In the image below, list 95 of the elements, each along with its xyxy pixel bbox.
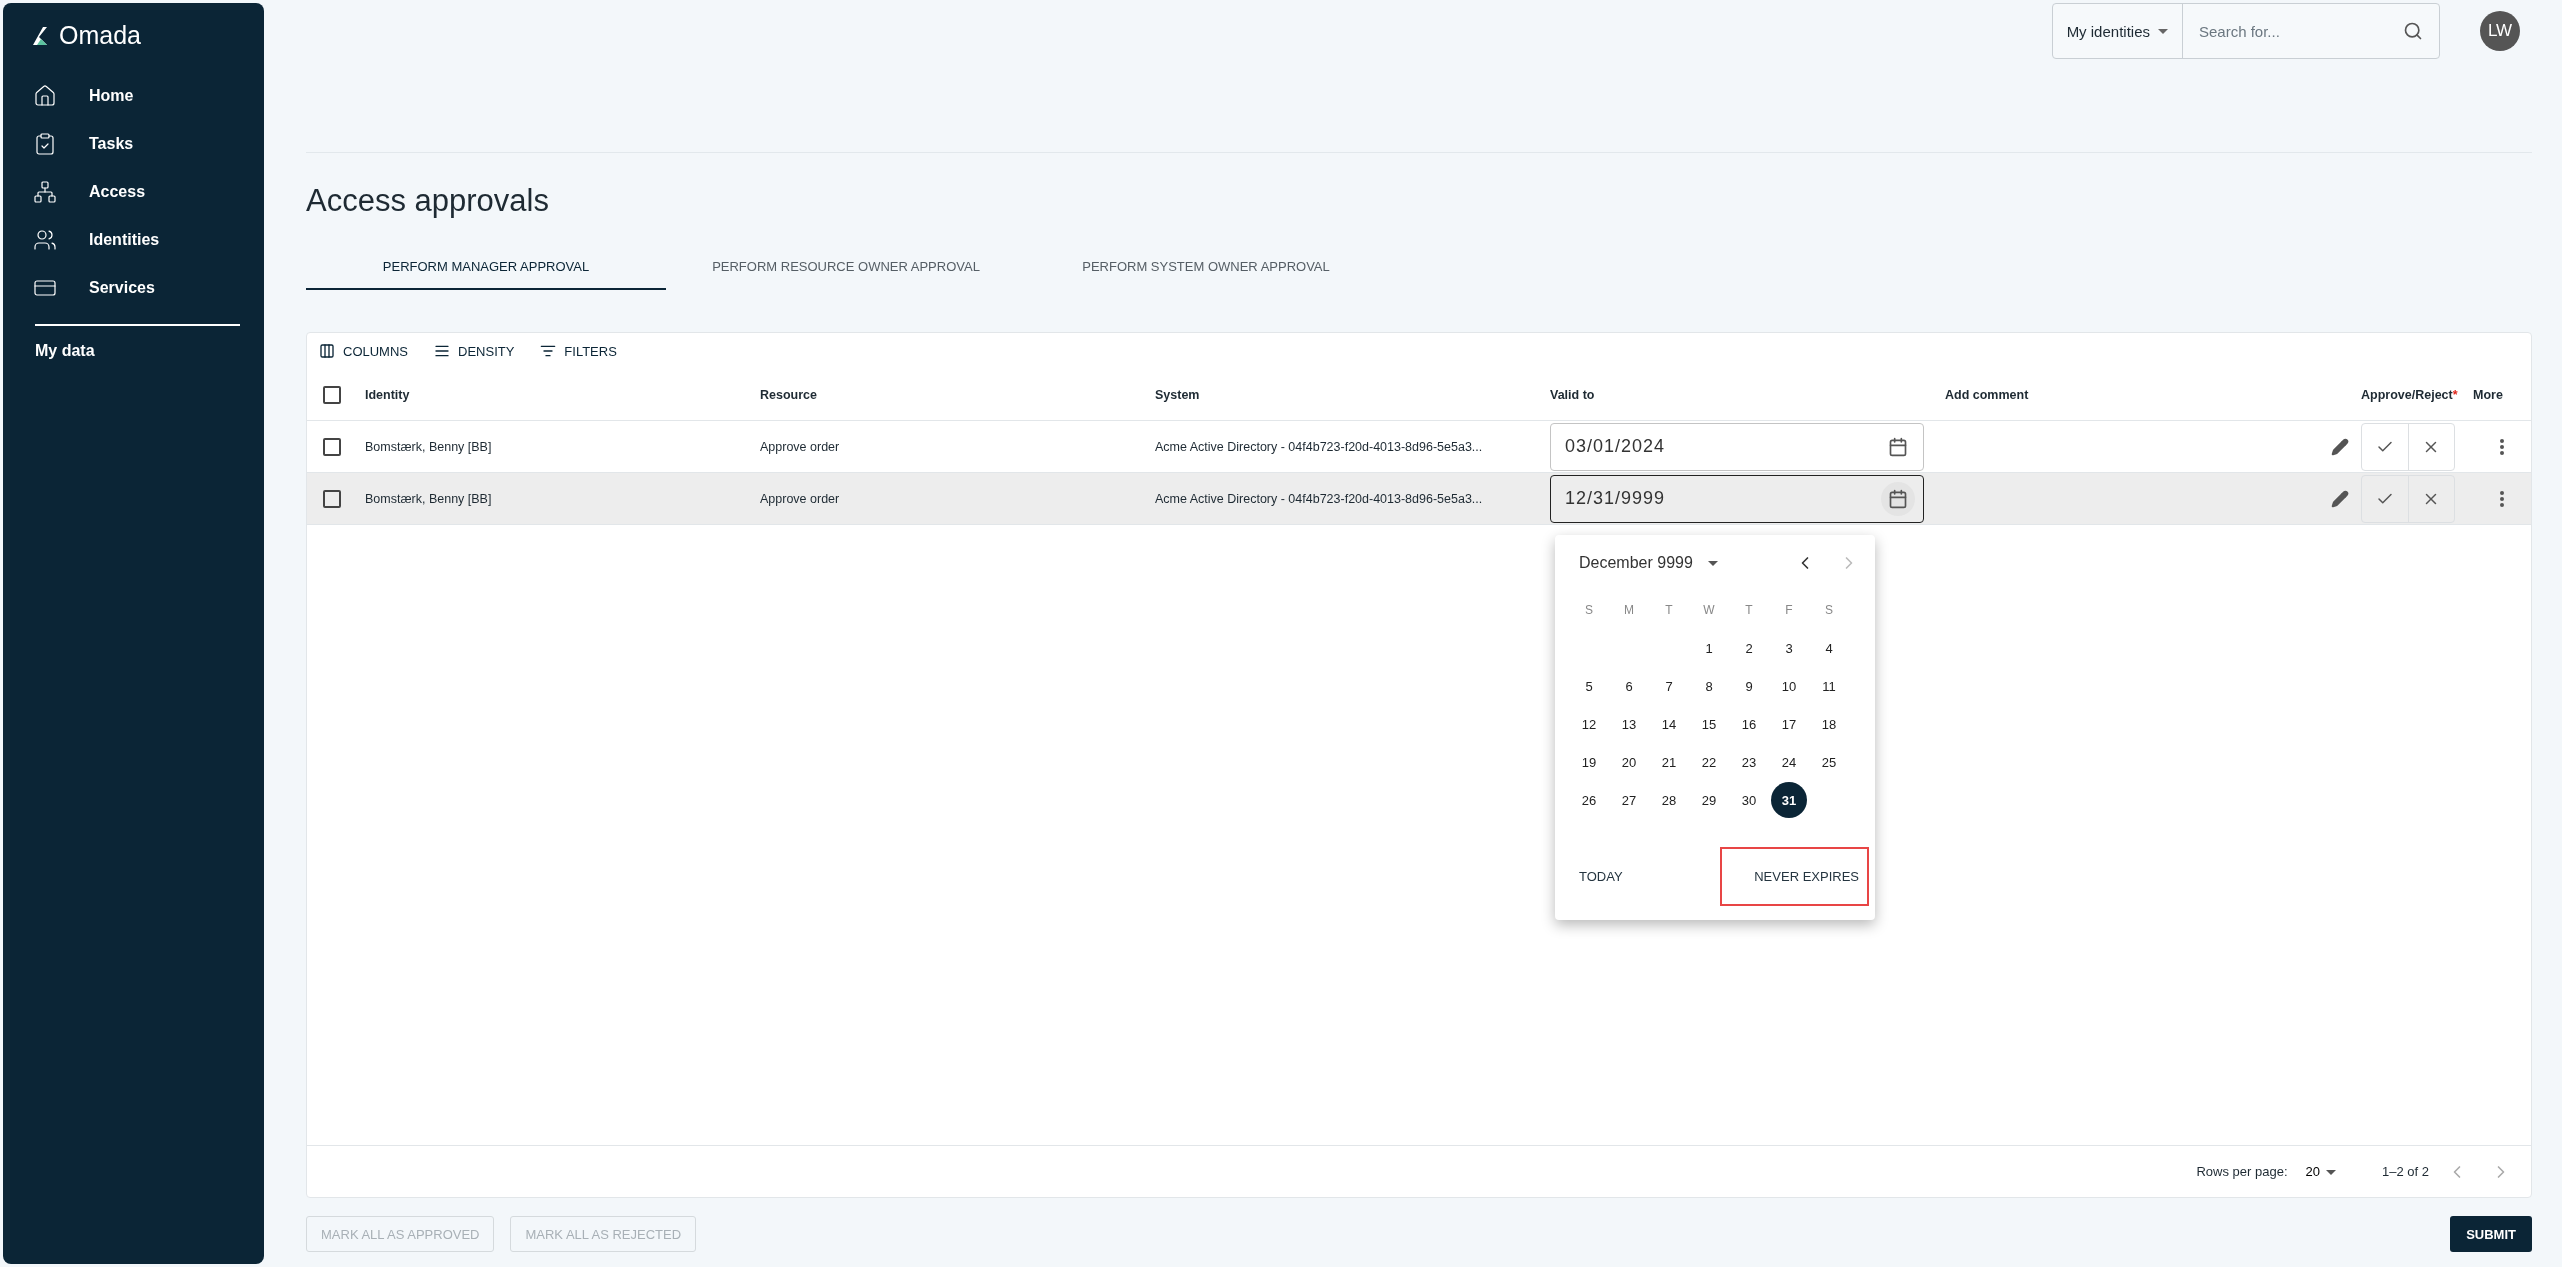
filters-icon — [540, 343, 557, 359]
column-header: More — [2473, 387, 2504, 402]
rows-per-page-label: Rows per page: — [2196, 1164, 2288, 1179]
weekday-label: T — [1665, 603, 1673, 617]
calendar-day[interactable]: 11 — [1811, 668, 1847, 704]
table-cell-text: Approve order — [760, 439, 841, 454]
calendar-day[interactable]: 2 — [1731, 630, 1767, 666]
calendar-day[interactable]: 5 — [1571, 668, 1607, 704]
table-cell-text: Acme Active Directory - 04f4b723-f20d-4013-8d96-5e5a3... — [1155, 491, 1484, 506]
column-header: System — [1155, 387, 1201, 402]
caret-icon — [2158, 28, 2168, 34]
calendar-day[interactable]: 4 — [1811, 630, 1847, 666]
table-cell-text: Bomstærk, Benny [BB] — [365, 439, 493, 454]
network-icon — [33, 180, 57, 204]
edit-icon — [2331, 437, 2349, 456]
rows-per-page-select[interactable]: 20 — [2299, 1163, 2346, 1180]
calendar-day[interactable]: 12 — [1571, 706, 1607, 742]
calendar-day[interactable]: 14 — [1651, 706, 1687, 742]
calendar-day[interactable]: 29 — [1691, 782, 1727, 818]
date-field[interactable]: 12/31/9999 — [1550, 474, 1924, 523]
checkbox[interactable] — [323, 437, 341, 456]
nav-item[interactable]: Services — [3, 264, 264, 312]
calendar-day[interactable]: 9 — [1731, 668, 1767, 704]
submit-button[interactable]: SUBMIT — [2450, 1216, 2532, 1252]
calendar-day[interactable]: 15 — [1691, 706, 1727, 742]
month-label: December 9999 — [1579, 554, 1693, 572]
weekday-label: S — [1825, 603, 1833, 617]
calendar-day[interactable]: 26 — [1571, 782, 1607, 818]
page-title: Access approvals — [306, 183, 550, 219]
date-field[interactable]: 03/01/2024 — [1550, 422, 1924, 471]
calendar-day[interactable]: 21 — [1651, 744, 1687, 780]
calendar-icon — [1888, 436, 1908, 457]
house-icon — [33, 84, 57, 108]
weekday-label: M — [1624, 603, 1634, 617]
checkbox[interactable] — [323, 385, 341, 404]
calendar-day[interactable]: 13 — [1611, 706, 1647, 742]
toolbar-button[interactable]: DENSITY — [430, 343, 519, 359]
calendar-day[interactable]: 24 — [1771, 744, 1807, 780]
calendar-day[interactable]: 31 — [1771, 782, 1807, 818]
column-header: Approve/Reject* — [2361, 387, 2459, 402]
more-icon — [2500, 490, 2504, 507]
calendar-day[interactable]: 22 — [1691, 744, 1727, 780]
more-icon — [2500, 438, 2504, 455]
tab[interactable]: PERFORM MANAGER APPROVAL — [306, 247, 666, 290]
calendar-day[interactable]: 17 — [1771, 706, 1807, 742]
checkbox[interactable] — [323, 489, 341, 508]
table-cell-text: Acme Active Directory - 04f4b723-f20d-4013-8d96-5e5a3... — [1155, 439, 1484, 454]
people-icon — [33, 228, 57, 252]
columns-icon — [319, 343, 335, 359]
search-field[interactable]: Search for... — [2197, 21, 2403, 41]
weekday-label: W — [1703, 603, 1715, 617]
table-cell-text: Bomstærk, Benny [BB] — [365, 491, 493, 506]
clipboard-check-icon — [33, 132, 57, 156]
table-cell-text: Approve order — [760, 491, 841, 506]
weekday-label: S — [1585, 603, 1593, 617]
calendar-day[interactable]: 25 — [1811, 744, 1847, 780]
calendar-day[interactable]: 10 — [1771, 668, 1807, 704]
tab[interactable]: PERFORM RESOURCE OWNER APPROVAL — [666, 247, 1026, 290]
calendar-day[interactable]: 7 — [1651, 668, 1687, 704]
tab[interactable]: PERFORM SYSTEM OWNER APPROVAL — [1026, 247, 1386, 290]
density-icon — [434, 343, 450, 359]
nav-item[interactable]: Home — [3, 72, 264, 120]
calendar-day[interactable]: 23 — [1731, 744, 1767, 780]
nav-item[interactable]: Tasks — [3, 120, 264, 168]
calendar-day[interactable]: 3 — [1771, 630, 1807, 666]
date-picker-action[interactable]: NEVER EXPIRES — [1720, 847, 1869, 906]
scope-dropdown[interactable]: My identities — [2052, 4, 2183, 58]
edit-icon — [2331, 489, 2349, 508]
weekday-label: F — [1785, 603, 1793, 617]
column-header: Resource — [760, 387, 818, 402]
calendar-day[interactable]: 27 — [1611, 782, 1647, 818]
calendar-day[interactable]: 28 — [1651, 782, 1687, 818]
toolbar-button[interactable]: COLUMNS — [315, 343, 412, 359]
column-header: Identity — [365, 387, 411, 402]
toolbar-button[interactable]: FILTERS — [536, 343, 621, 359]
calendar-day[interactable]: 8 — [1691, 668, 1727, 704]
calendar-day[interactable]: 19 — [1571, 744, 1607, 780]
logo-text: Omada — [59, 21, 141, 50]
calendar-icon — [1888, 488, 1908, 509]
page-range: 1–2 of 2 — [2382, 1164, 2429, 1179]
calendar-day[interactable]: 16 — [1731, 706, 1767, 742]
date-picker-action[interactable]: TODAY — [1569, 847, 1633, 906]
weekday-label: T — [1745, 603, 1753, 617]
search-icon — [2403, 21, 2423, 41]
calendar-day[interactable]: 1 — [1691, 630, 1727, 666]
calendar-day[interactable]: 20 — [1611, 744, 1647, 780]
column-header: Add comment — [1945, 387, 2030, 402]
nav-item[interactable]: Identities — [3, 216, 264, 264]
calendar-day[interactable]: 6 — [1611, 668, 1647, 704]
column-header: Valid to — [1550, 387, 1596, 402]
section-label[interactable]: My data — [3, 342, 264, 360]
calendar-day[interactable]: 30 — [1731, 782, 1767, 818]
avatar[interactable]: LW — [2480, 11, 2520, 51]
calendar-day[interactable]: 18 — [1811, 706, 1847, 742]
nav-item[interactable]: Access — [3, 168, 264, 216]
